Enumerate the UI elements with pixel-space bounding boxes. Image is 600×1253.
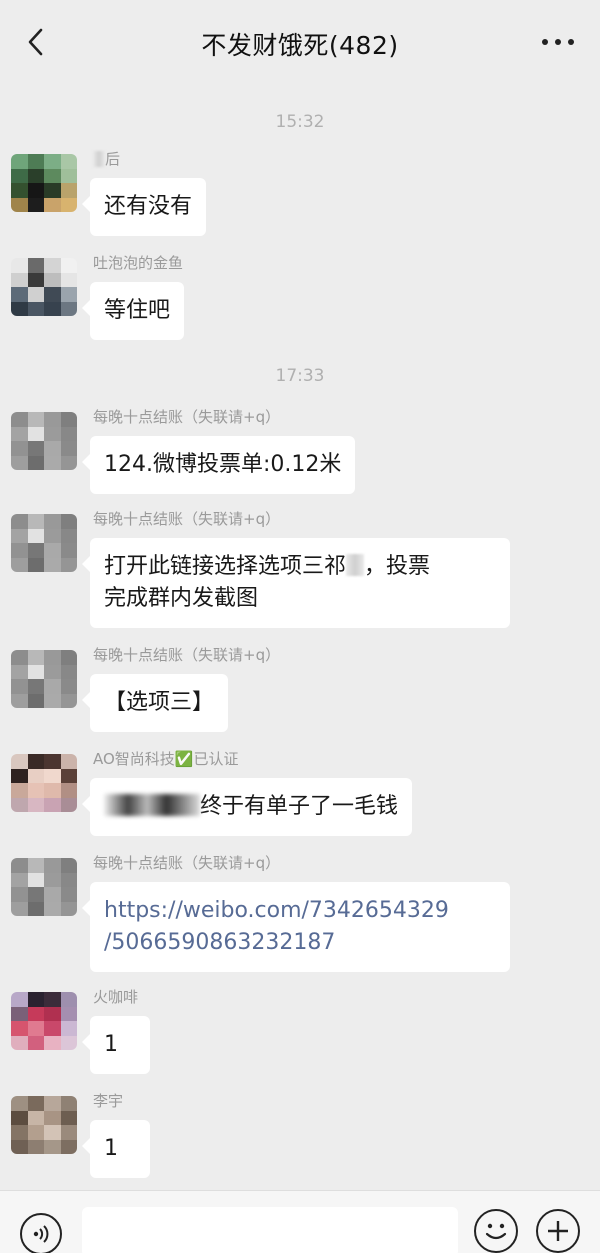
- avatar[interactable]: [11, 650, 77, 708]
- redacted-text: [104, 794, 200, 816]
- avatar[interactable]: [11, 858, 77, 916]
- message-bubble[interactable]: 1: [82, 1120, 150, 1178]
- message-text: 终于有单子了一毛钱: [200, 794, 399, 819]
- sender-name: 李宇: [93, 1092, 124, 1110]
- sender-name: 火咖啡: [93, 988, 139, 1006]
- avatar[interactable]: [11, 258, 77, 316]
- redacted-text: [346, 554, 365, 576]
- chevron-left-icon: [28, 28, 43, 56]
- chat-header: 不发财饿死(482): [0, 0, 600, 88]
- emoji-button[interactable]: [474, 1209, 518, 1253]
- sender-name: 吐泡泡的金鱼: [93, 254, 184, 272]
- sender-name: AO智尚科技✅已认证: [93, 750, 239, 768]
- message-bubble[interactable]: 还有没有: [81, 178, 207, 236]
- message-text: 打开此链接选择选项三祁: [104, 554, 347, 579]
- voice-button[interactable]: [20, 1213, 62, 1253]
- emoji-icon: [485, 1223, 507, 1240]
- sender-name: 每晚十点结账（失联请+q）: [93, 854, 281, 872]
- sender-name: 每晚十点结账（失联请+q）: [93, 646, 281, 664]
- avatar[interactable]: [11, 754, 77, 812]
- message-list[interactable]: 15:32 后 还有没有 吐泡泡的金鱼 等住吧 17:33 每晚十点结账（失联请…: [0, 88, 600, 1188]
- plus-button[interactable]: [536, 1209, 580, 1253]
- message-input[interactable]: [82, 1207, 458, 1253]
- message-text: 完成群内发截图: [104, 586, 259, 611]
- message-bubble[interactable]: 1: [82, 1016, 150, 1074]
- avatar[interactable]: [11, 412, 77, 470]
- message-link[interactable]: https://weibo.com/7342654329: [104, 898, 449, 923]
- plus-icon: [548, 1221, 568, 1241]
- message-text: ，投票: [364, 554, 431, 579]
- more-dots-icon: [542, 39, 574, 45]
- message-link[interactable]: /5066590863232187: [104, 930, 335, 955]
- avatar[interactable]: [11, 154, 77, 212]
- sender-name: 后: [93, 148, 120, 169]
- sender-name: 每晚十点结账（失联请+q）: [93, 408, 281, 426]
- avatar[interactable]: [11, 514, 77, 572]
- voice-icon: [33, 1225, 49, 1243]
- message-bubble[interactable]: https://weibo.com/7342654329 /5066590863…: [82, 882, 510, 972]
- more-button[interactable]: [534, 24, 582, 60]
- message-bubble[interactable]: 124.微博投票单:0.12米: [81, 436, 356, 494]
- avatar[interactable]: [11, 992, 77, 1050]
- message-bubble[interactable]: 【选项三】: [81, 674, 229, 732]
- message-bubble[interactable]: 终于有单子了一毛钱: [81, 778, 413, 836]
- back-button[interactable]: [18, 24, 54, 60]
- message-bubble[interactable]: 等住吧: [81, 282, 185, 340]
- input-bar: [0, 1190, 600, 1253]
- sender-name: 每晚十点结账（失联请+q）: [93, 510, 281, 528]
- timestamp: 15:32: [275, 112, 325, 132]
- avatar[interactable]: [11, 1096, 77, 1154]
- timestamp: 17:33: [275, 366, 325, 386]
- chat-title: 不发财饿死(482): [201, 31, 399, 60]
- message-bubble[interactable]: 打开此链接选择选项三祁 ，投票 完成群内发截图: [82, 538, 510, 628]
